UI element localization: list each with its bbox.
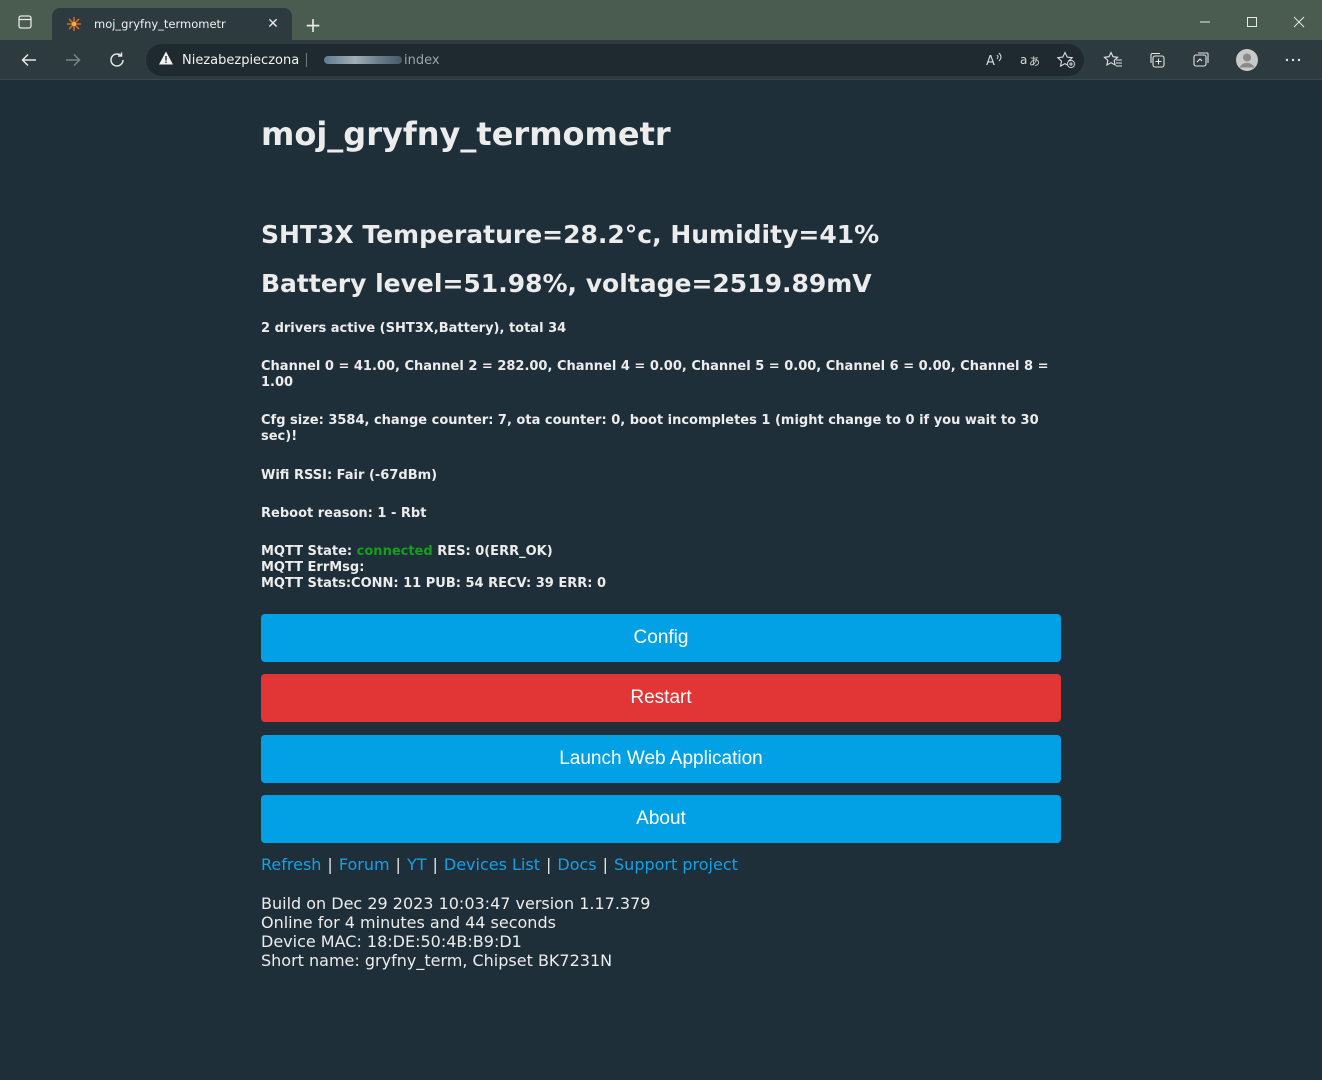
battery-reading: Battery level=51.98%, voltage=2519.89mV xyxy=(261,269,872,298)
link-separator: | xyxy=(432,855,438,874)
yt-link[interactable]: YT xyxy=(407,855,427,874)
forum-link[interactable]: Forum xyxy=(339,855,390,874)
support-project-link[interactable]: Support project xyxy=(614,855,738,874)
mqtt-state-value: connected xyxy=(356,544,433,559)
screenshot-icon[interactable] xyxy=(1185,44,1217,76)
minimize-icon[interactable] xyxy=(1190,2,1220,42)
more-menu-icon[interactable] xyxy=(1277,44,1309,76)
mac-line: Device MAC: 18:DE:50:4B:B9:D1 xyxy=(261,932,522,951)
tab-title: moj_gryfny_termometr xyxy=(94,17,226,31)
url-path: index xyxy=(404,52,440,68)
browser-titlebar: moj_gryfny_termometr ✕ + xyxy=(0,0,1322,40)
tab-actions-icon[interactable] xyxy=(10,2,40,42)
drivers-info: 2 drivers active (SHT3X,Battery), total … xyxy=(261,321,567,336)
sensor-reading: SHT3X Temperature=28.2°c, Humidity=41% xyxy=(261,220,880,249)
footer-links: Refresh | Forum | YT | Devices List | Docs | Suppo… xyxy=(261,855,738,874)
address-bar[interactable]: Niezabezpieczona index A aあ xyxy=(146,44,1084,76)
mqtt-errmsg: MQTT ErrMsg: xyxy=(261,560,365,575)
wifi-info: Wifi RSSI: Fair (-67dBm) xyxy=(261,468,438,483)
translate-icon[interactable]: aあ xyxy=(1016,48,1044,72)
devices-list-link[interactable]: Devices List xyxy=(444,855,540,874)
collections-icon[interactable] xyxy=(1141,44,1173,76)
svg-text:あ: あ xyxy=(1029,55,1040,68)
add-favorite-icon[interactable] xyxy=(1052,48,1080,72)
mqtt-res: RES: 0(ERR_OK) xyxy=(437,544,553,559)
browser-tab[interactable]: moj_gryfny_termometr ✕ xyxy=(52,8,292,40)
link-separator: | xyxy=(395,855,401,874)
refresh-link[interactable]: Refresh xyxy=(261,855,321,874)
restart-button[interactable]: Restart xyxy=(261,674,1061,722)
maximize-icon[interactable] xyxy=(1237,2,1267,42)
refresh-icon[interactable] xyxy=(101,44,133,76)
short-name-line: Short name: gryfny_term, Chipset BK7231N xyxy=(261,951,613,970)
link-separator: | xyxy=(545,855,552,874)
profile-avatar-icon[interactable] xyxy=(1231,44,1263,76)
build-line: Build on Dec 29 2023 10:03:47 version 1.… xyxy=(261,894,651,913)
about-button[interactable]: About xyxy=(261,795,1061,843)
launch-web-app-button[interactable]: Launch Web Application xyxy=(261,735,1061,783)
favorites-icon[interactable] xyxy=(1097,44,1129,76)
address-separator xyxy=(306,53,307,67)
tab-close-icon[interactable]: ✕ xyxy=(264,15,282,33)
config-button[interactable]: Config xyxy=(261,614,1061,662)
link-separator: | xyxy=(327,855,333,874)
new-tab-icon[interactable]: + xyxy=(300,12,326,38)
svg-text:a: a xyxy=(1020,53,1027,67)
docs-link[interactable]: Docs xyxy=(557,855,596,874)
security-indicator[interactable]: Niezabezpieczona xyxy=(158,44,299,76)
browser-toolbar: Niezabezpieczona index A aあ xyxy=(0,40,1322,80)
back-icon[interactable] xyxy=(13,44,45,76)
page-title: moj_gryfny_termometr xyxy=(261,115,671,153)
blurred-host xyxy=(324,56,402,64)
build-info: Build on Dec 29 2023 10:03:47 version 1.… xyxy=(261,894,650,970)
channels-info: Channel 0 = 41.00, Channel 2 = 282.00, C… xyxy=(261,359,1049,390)
read-aloud-icon[interactable]: A xyxy=(980,48,1008,72)
reboot-info: Reboot reason: 1 - Rbt xyxy=(261,506,427,521)
forward-icon[interactable] xyxy=(57,44,89,76)
svg-text:A: A xyxy=(986,54,995,68)
tab-favicon-icon xyxy=(66,16,82,32)
page-body: moj_gryfny_termometr SHT3X Temperature=2… xyxy=(0,81,1322,1080)
mqtt-state-label: MQTT State: xyxy=(261,544,353,559)
mqtt-state: MQTT State: connected RES: 0(ERR_OK) xyxy=(261,544,1061,560)
security-label: Niezabezpieczona xyxy=(182,52,300,68)
online-line: Online for 4 minutes and 44 seconds xyxy=(261,913,556,932)
window-close-icon[interactable] xyxy=(1284,2,1314,42)
mqtt-stats: MQTT Stats:CONN: 11 PUB: 54 RECV: 39 ERR… xyxy=(261,576,606,591)
warning-icon xyxy=(158,50,174,70)
url-text[interactable]: index xyxy=(324,44,440,76)
link-separator: | xyxy=(602,855,609,874)
cfg-info: Cfg size: 3584, change counter: 7, ota c… xyxy=(261,413,1039,444)
